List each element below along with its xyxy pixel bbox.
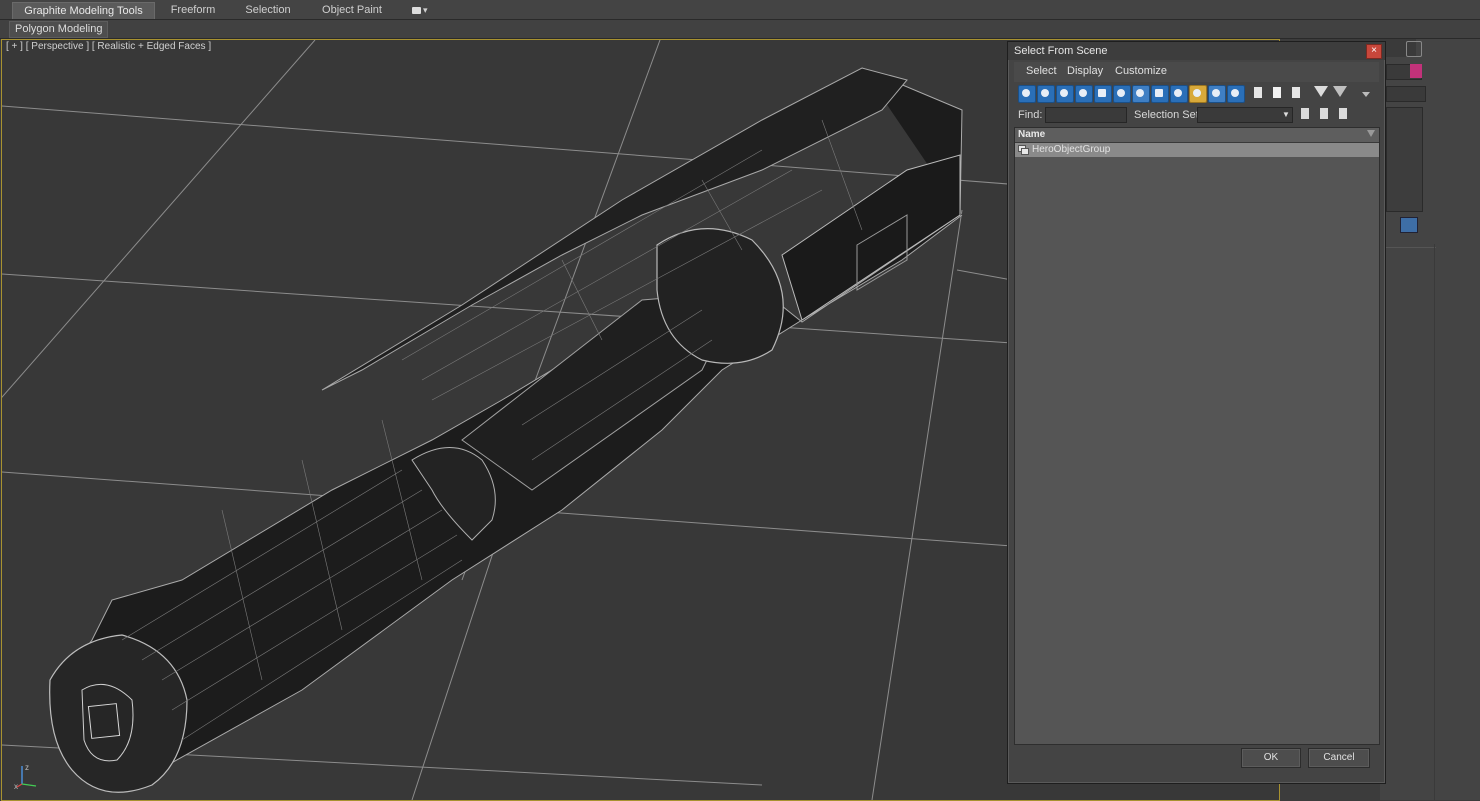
filter-icon[interactable] xyxy=(1314,86,1328,97)
command-panel xyxy=(1380,39,1480,800)
ribbon-display-icon xyxy=(412,7,421,15)
configure-modifier-sets-icon[interactable] xyxy=(1400,217,1418,233)
ok-button[interactable]: OK xyxy=(1241,748,1301,768)
dialog-title: Select From Scene xyxy=(1008,42,1385,60)
select-all-icon[interactable] xyxy=(1251,85,1265,101)
list-header: Name xyxy=(1015,128,1379,143)
cancel-button[interactable]: Cancel xyxy=(1308,748,1370,768)
tab-object-paint[interactable]: Object Paint xyxy=(315,2,389,18)
list-item[interactable]: HeroObjectGroup xyxy=(1015,143,1379,157)
tab-freeform[interactable]: Freeform xyxy=(162,2,224,18)
viewport-label[interactable]: [ + ] [ Perspective ] [ Realistic + Edge… xyxy=(6,41,211,52)
display-bones-icon[interactable] xyxy=(1170,85,1188,103)
add-to-selection-set-icon[interactable] xyxy=(1318,107,1331,122)
ribbon-panel: Polygon Modeling xyxy=(0,20,1480,39)
axis-label-z: z xyxy=(25,763,29,772)
select-invert-icon[interactable] xyxy=(1289,85,1303,101)
wireframe-model xyxy=(49,67,963,793)
display-groups-icon[interactable] xyxy=(1132,85,1150,103)
display-geometry-icon[interactable] xyxy=(1018,85,1036,103)
polygon-modeling-panel-button[interactable]: Polygon Modeling xyxy=(9,21,109,38)
modifier-stack[interactable] xyxy=(1386,107,1423,212)
display-containers-icon[interactable] xyxy=(1189,85,1207,103)
ribbon-tab-bar: Graphite Modeling Tools Freeform Selecti… xyxy=(0,0,1480,20)
display-helpers-icon[interactable] xyxy=(1094,85,1112,103)
filter-options-icon[interactable] xyxy=(1333,86,1347,97)
select-from-scene-dialog: Select From Scene × Select Display Custo… xyxy=(1007,41,1386,784)
object-color-swatch[interactable] xyxy=(1410,64,1422,78)
ribbon-options-dropdown[interactable]: ▾ xyxy=(412,4,436,16)
axis-label-x: x xyxy=(14,782,18,790)
display-hidden-icon[interactable] xyxy=(1227,85,1245,103)
chevron-down-icon: ▼ xyxy=(1282,110,1290,119)
column-filter-icon[interactable] xyxy=(1367,130,1375,137)
find-row: Find: Selection Set: ▼ xyxy=(1016,107,1376,125)
close-icon[interactable]: × xyxy=(1366,44,1382,59)
modifier-list-dropdown[interactable] xyxy=(1386,86,1426,102)
dialog-toolbar xyxy=(1016,85,1376,105)
create-selection-set-icon[interactable] xyxy=(1299,107,1312,122)
display-shapes-icon[interactable] xyxy=(1037,85,1055,103)
display-cameras-icon[interactable] xyxy=(1075,85,1093,103)
list-item-label: HeroObjectGroup xyxy=(1032,144,1111,155)
display-lights-icon[interactable] xyxy=(1056,85,1074,103)
scene-object-list[interactable]: Name HeroObjectGroup xyxy=(1014,127,1380,745)
tab-selection[interactable]: Selection xyxy=(238,2,298,18)
find-input[interactable] xyxy=(1045,107,1127,123)
dialog-menu-bar: Select Display Customize xyxy=(1014,62,1379,82)
hammer-icon[interactable] xyxy=(1406,41,1422,57)
command-panel-divider xyxy=(1384,247,1436,248)
find-label: Find: xyxy=(1018,109,1043,121)
toolbar-overflow-icon[interactable] xyxy=(1362,92,1370,97)
command-panel-scroll-edge xyxy=(1434,244,1435,800)
remove-from-selection-set-icon[interactable] xyxy=(1337,107,1350,122)
display-spacewarps-icon[interactable] xyxy=(1113,85,1131,103)
display-xrefs-icon[interactable] xyxy=(1151,85,1169,103)
group-icon xyxy=(1018,145,1029,155)
selection-set-label: Selection Set: xyxy=(1134,109,1202,121)
menu-select[interactable]: Select xyxy=(1026,65,1057,77)
axis-tripod-icon: z x xyxy=(14,763,37,790)
selection-set-dropdown[interactable]: ▼ xyxy=(1197,107,1293,123)
tab-graphite-modeling-tools[interactable]: Graphite Modeling Tools xyxy=(12,2,155,19)
column-header-name[interactable]: Name xyxy=(1018,129,1045,140)
menu-display[interactable]: Display xyxy=(1067,65,1103,77)
display-frozen-icon[interactable] xyxy=(1208,85,1226,103)
menu-customize[interactable]: Customize xyxy=(1115,65,1167,77)
select-none-icon[interactable] xyxy=(1270,85,1284,101)
